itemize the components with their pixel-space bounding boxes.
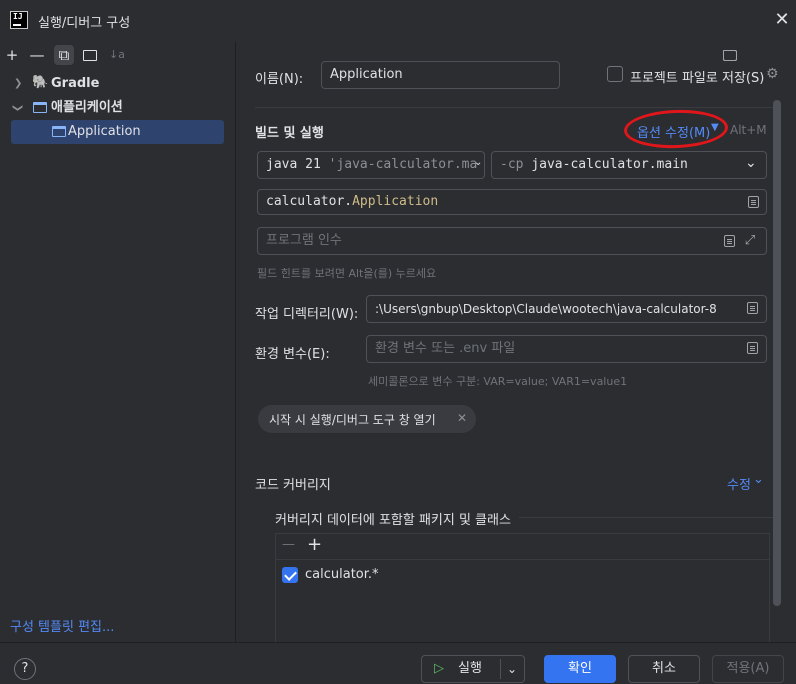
title-bar: IJ 실행/디버그 구성 ✕ — [0, 0, 796, 42]
field-hint-text: 필드 힌트를 보려면 Alt을(를) 누르세요 — [257, 267, 437, 280]
help-button[interactable]: ? — [14, 658, 36, 680]
intellij-logo-icon: IJ — [10, 11, 28, 29]
expand-icon[interactable]: ⤢ — [743, 234, 757, 248]
tree-item-gradle[interactable]: ❯ 🐘 Gradle — [0, 72, 236, 96]
dialog-button-bar: ? ▷ 실행 ⌄ 확인 취소 적용(A) — [0, 642, 796, 684]
name-label: 이름(N): — [255, 72, 304, 87]
store-as-project-file-label: 프로젝트 파일로 저장(S) — [630, 71, 765, 86]
application-icon — [52, 126, 66, 137]
classpath-module: java-calculator.main — [531, 157, 688, 172]
name-input[interactable]: Application — [321, 61, 560, 89]
chevron-right-icon[interactable]: ❯ — [14, 72, 22, 96]
gear-icon[interactable]: ⚙ — [766, 66, 779, 82]
working-directory-label: 작업 디렉터리(W): — [255, 307, 359, 322]
configuration-sidebar: + — ⧉ ↓a ❯ 🐘 Gradle ❯ 애플리케이션 Application — [0, 42, 236, 642]
add-icon[interactable]: + — [307, 534, 322, 555]
close-icon[interactable]: ✕ — [772, 10, 792, 30]
coverage-entry-checkbox[interactable] — [282, 567, 298, 583]
cancel-button[interactable]: 취소 — [628, 655, 700, 683]
chevron-down-icon[interactable]: ⌄ — [474, 157, 482, 168]
chevron-down-icon[interactable]: ▼ — [711, 122, 719, 133]
divider — [255, 107, 775, 108]
tree-item-application[interactable]: Application — [11, 120, 224, 144]
jdk-select[interactable]: java 21 'java-calculator.ma — [257, 151, 485, 179]
ok-button[interactable]: 확인 — [544, 655, 616, 683]
run-button-label: 실행 — [458, 661, 482, 676]
divider — [519, 517, 775, 518]
remove-icon[interactable]: — — [282, 537, 295, 552]
coverage-entry: calculator.* — [305, 567, 379, 582]
classpath-flag: -cp — [500, 157, 524, 172]
remove-chip-icon[interactable]: ✕ — [457, 411, 467, 425]
jdk-module: 'java-calculator.ma — [320, 157, 478, 172]
tree-item-label: 애플리케이션 — [51, 100, 123, 115]
code-coverage-heading: 코드 커버리지 — [255, 478, 331, 493]
browse-icon[interactable] — [748, 196, 759, 208]
apply-button[interactable]: 적용(A) — [712, 655, 784, 683]
document-icon[interactable] — [747, 342, 758, 354]
application-icon — [33, 102, 47, 113]
add-icon[interactable]: + — [2, 45, 22, 65]
scrollbar[interactable] — [773, 100, 781, 606]
tree-item-label: Gradle — [51, 76, 100, 91]
remove-icon[interactable]: — — [27, 45, 47, 65]
jdk-version: java 21 — [266, 157, 321, 172]
store-as-project-file-checkbox[interactable] — [607, 66, 623, 82]
gradle-icon: 🐘 — [32, 75, 49, 90]
document-icon[interactable] — [724, 235, 735, 247]
sort-icon[interactable]: ↓a — [107, 45, 127, 65]
document-icon[interactable] — [747, 302, 758, 314]
environment-variables-input[interactable]: 환경 변수 또는 .env 파일 — [366, 335, 767, 363]
modify-options-link[interactable]: 옵션 수정(M) — [637, 122, 710, 141]
coverage-packages-table: — + calculator.* — [275, 533, 770, 642]
coverage-modify-link[interactable]: 수정 — [727, 474, 751, 493]
window-title: 실행/디버그 구성 — [38, 16, 131, 31]
new-folder-icon[interactable] — [80, 45, 100, 65]
environment-variables-hint: 세미콜론으로 변수 구분: VAR=value; VAR1=value1 — [368, 375, 628, 388]
folder-icon[interactable] — [723, 50, 737, 61]
classpath-module-select[interactable]: -cp java-calculator.main — [491, 151, 767, 179]
tree-item-label: Application — [68, 124, 141, 139]
main-class-package: calculator. — [266, 194, 353, 209]
chip-label: 시작 시 실행/디버그 도구 창 열기 — [269, 413, 436, 427]
table-toolbar: — + — [276, 534, 769, 560]
chevron-down-icon[interactable]: ⌄ — [745, 155, 757, 171]
configuration-form: 이름(N): Application 프로젝트 파일로 저장(S) ⚙ 빌드 및… — [237, 42, 796, 642]
main-class-input[interactable]: calculator.Application — [257, 189, 767, 215]
environment-variables-label: 환경 변수(E): — [255, 347, 330, 362]
divider — [500, 659, 501, 679]
program-arguments-placeholder: 프로그램 인수 — [266, 233, 342, 248]
coverage-packages-label: 커버리지 데이터에 포함할 패키지 및 클래스 — [275, 513, 511, 528]
program-arguments-input[interactable]: 프로그램 인수 — [257, 227, 767, 255]
main-class-name: Application — [352, 194, 439, 209]
run-icon: ▷ — [434, 661, 444, 676]
chevron-down-icon[interactable]: ❯ — [5, 104, 29, 112]
chevron-down-icon[interactable]: ⌄ — [507, 656, 517, 682]
environment-variables-placeholder: 환경 변수 또는 .env 파일 — [375, 341, 516, 356]
run-button[interactable]: ▷ 실행 ⌄ — [421, 655, 525, 683]
chevron-down-icon[interactable]: ⌄ — [753, 472, 764, 487]
copy-configuration-icon[interactable]: ⧉ — [54, 45, 74, 65]
open-tool-window-chip[interactable]: 시작 시 실행/디버그 도구 창 열기 ✕ — [258, 405, 476, 433]
edit-templates-link[interactable]: 구성 템플릿 편집... — [10, 616, 114, 635]
tree-item-application-group[interactable]: ❯ 애플리케이션 — [0, 96, 236, 120]
build-and-run-heading: 빌드 및 실행 — [255, 126, 324, 141]
modify-options-shortcut: Alt+M — [730, 123, 767, 137]
working-directory-input[interactable]: :\Users\gnbup\Desktop\Claude\wootech\jav… — [366, 295, 767, 323]
